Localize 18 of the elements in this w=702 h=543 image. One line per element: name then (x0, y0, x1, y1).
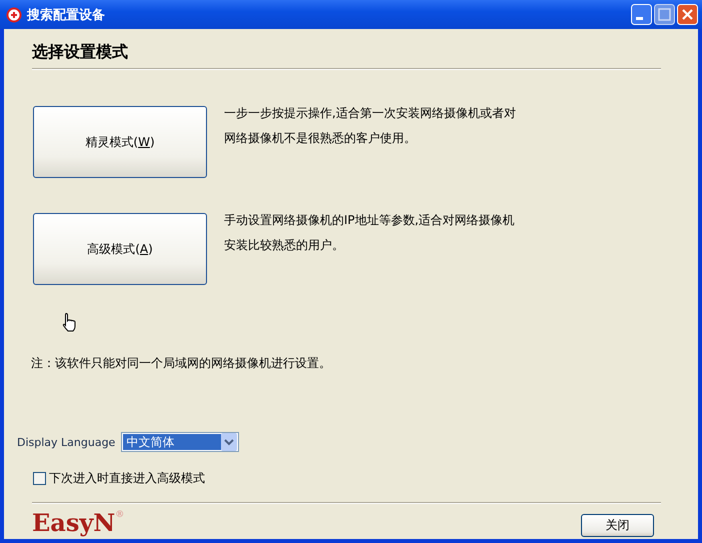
checkbox[interactable] (33, 472, 46, 485)
close-icon[interactable] (677, 4, 698, 25)
note-text: 注：该软件只能对同一个局域网的网络摄像机进行设置。 (31, 355, 332, 372)
section-heading: 选择设置模式 (32, 42, 129, 63)
language-label: Display Language (17, 436, 116, 448)
maximize-icon (654, 4, 675, 25)
mode-description: 手动设置网络摄像机的IP地址等参数,适合对网络摄像机安装比较熟悉的用户。 (224, 212, 516, 254)
minimize-icon[interactable] (631, 4, 652, 25)
close-button[interactable]: 关闭 (581, 514, 654, 537)
window-title: 搜索配置设备 (27, 6, 106, 24)
checkbox-label[interactable]: 下次进入时直接进入高级模式 (49, 470, 205, 487)
language-dropdown[interactable]: 中文简体 (121, 432, 240, 452)
app-icon (6, 6, 22, 22)
mode-button[interactable]: 精灵模式(W) (33, 106, 207, 178)
mode-description: 一步一步按提示操作,适合第一次安装网络摄像机或者对网络摄像机不是很熟悉的客户使用。 (224, 105, 517, 147)
hand-cursor-icon (62, 312, 78, 332)
mode-button[interactable]: 高级模式(A) (33, 213, 207, 285)
logo: EasyN$^{®}$ (32, 508, 124, 537)
